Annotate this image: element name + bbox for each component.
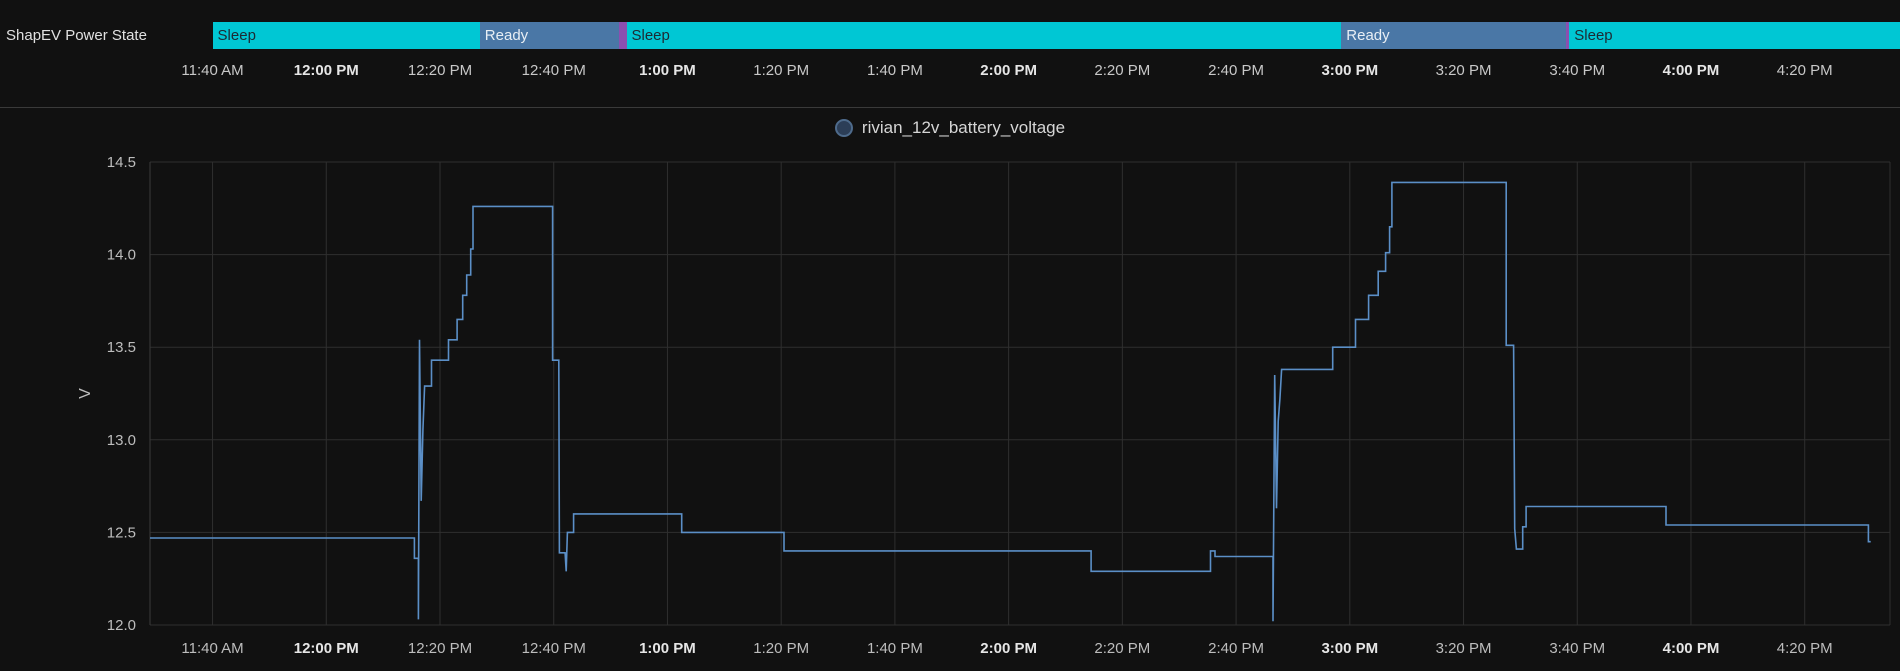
x-tick-label: 1:00 PM [639,640,696,657]
x-tick-label: 4:20 PM [1777,640,1833,657]
y-tick-label: 14.0 [107,247,136,264]
y-tick-label: 13.5 [107,339,136,356]
x-tick-label: 1:40 PM [867,640,923,657]
voltage-line-chart: 12.0 12.5 13.0 13.5 14.0 14.5 11:40 AM 12:00 PM… [77,154,1891,657]
x-tick-label: 12:40 PM [522,640,586,657]
legend-swatch-icon[interactable] [834,119,853,137]
x-tick-label: 2:00 PM [980,640,1037,657]
x-tick-label: 12:20 PM [408,640,472,657]
chart-legend[interactable]: rivian_12v_battery_voltage [0,118,1900,146]
x-tick-label: 2:40 PM [1208,640,1264,657]
y-tick-label: 12.0 [107,617,136,634]
series-line-rivian_12v_battery_voltage [150,181,1871,622]
y-axis-label: V [77,388,94,399]
x-tick-label: 3:00 PM [1321,640,1378,657]
x-tick-label: 12:00 PM [294,640,359,657]
x-tick-label: 4:00 PM [1663,640,1720,657]
legend-series-label[interactable]: rivian_12v_battery_voltage [862,118,1065,138]
y-tick-label: 12.5 [107,524,136,541]
x-tick-label: 3:40 PM [1549,640,1605,657]
y-tick-label: 14.5 [107,154,136,171]
y-tick-label: 13.0 [107,432,136,449]
x-tick-label: 3:20 PM [1436,640,1492,657]
x-tick-label: 1:20 PM [753,640,809,657]
x-tick-label: 11:40 AM [181,640,243,657]
x-tick-label: 2:20 PM [1094,640,1150,657]
